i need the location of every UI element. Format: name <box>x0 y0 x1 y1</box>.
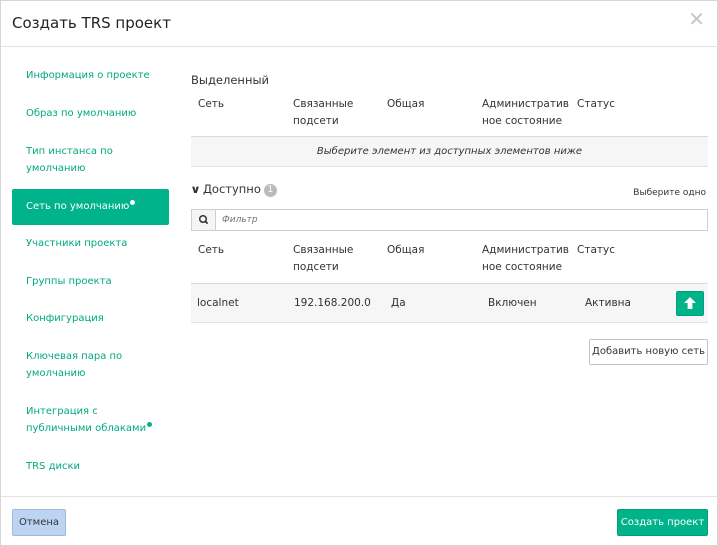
step-label: Интеграция с публичными облаками <box>26 406 147 434</box>
cell-network: localnet <box>197 297 239 309</box>
cell-status: Активна <box>585 297 631 309</box>
arrow-up-icon <box>684 297 696 309</box>
available-title: Доступно <box>202 182 261 196</box>
filter-box <box>191 209 708 231</box>
cancel-button[interactable]: Отмена <box>12 509 66 536</box>
add-network-button[interactable]: Добавить новую сеть <box>589 339 708 365</box>
step-default-network[interactable]: Сеть по умолчанию <box>12 189 169 225</box>
step-trs-disks[interactable]: TRS диски <box>12 458 169 475</box>
col-subnets: Связанные подсети <box>293 244 354 273</box>
step-label: Сеть по умолчанию <box>26 201 130 212</box>
step-project-members[interactable]: Участники проекта <box>12 235 169 252</box>
allocate-button[interactable] <box>676 291 704 316</box>
step-label: Участники проекта <box>26 238 128 249</box>
dialog-title: Создать TRS проект <box>12 14 171 32</box>
col-admin-state: Административное состояние <box>482 98 569 127</box>
col-status: Статус <box>577 98 615 110</box>
available-count-badge: 1 <box>263 184 277 197</box>
step-default-image[interactable]: Образ по умолчанию <box>12 105 169 122</box>
cell-shared: Да <box>391 297 406 309</box>
create-project-button[interactable]: Создать проект <box>617 509 708 536</box>
step-project-info[interactable]: Информация о проекте <box>12 67 169 84</box>
step-label: Информация о проекте <box>26 70 150 81</box>
step-default-flavor[interactable]: Тип инстанса по умолчанию <box>12 143 122 177</box>
step-label: TRS диски <box>26 461 81 472</box>
available-toggle[interactable]: ∨ Доступно 1 <box>190 182 277 197</box>
dialog-header: Создать TRS проект ✕ <box>1 1 717 47</box>
create-project-dialog: Создать TRS проект ✕ Информация о проект… <box>0 0 718 546</box>
cell-admin-state: Включен <box>488 297 537 309</box>
step-label: Ключевая пара по умолчанию <box>26 351 123 379</box>
col-network: Сеть <box>198 244 225 256</box>
table-row[interactable]: localnet 192.168.200.0 Да Включен Активн… <box>191 284 708 323</box>
col-shared: Общая <box>387 244 425 256</box>
search-icon[interactable] <box>192 210 216 230</box>
required-dot <box>147 422 153 427</box>
step-label: Образ по умолчанию <box>26 108 137 119</box>
step-configuration[interactable]: Конфигурация <box>12 310 169 327</box>
step-label: Конфигурация <box>26 313 104 324</box>
chevron-down-icon: ∨ <box>190 183 201 196</box>
cell-subnets: 192.168.200.0 <box>294 297 371 309</box>
step-public-cloud-integration[interactable]: Интеграция с публичными облаками <box>12 403 162 437</box>
col-status: Статус <box>577 244 615 256</box>
required-dot <box>130 200 136 205</box>
col-admin-state: Административное состояние <box>482 244 569 273</box>
select-one-hint: Выберите одно <box>633 188 706 198</box>
allocated-empty-message: Выберите элемент из доступных элементов … <box>191 137 708 167</box>
col-network: Сеть <box>198 98 225 110</box>
close-icon[interactable]: ✕ <box>688 9 705 29</box>
step-project-groups[interactable]: Группы проекта <box>12 273 169 290</box>
col-subnets: Связанные подсети <box>293 98 354 127</box>
step-default-keypair[interactable]: Ключевая пара по умолчанию <box>12 348 127 382</box>
step-label: Тип инстанса по умолчанию <box>26 146 113 174</box>
step-label: Группы проекта <box>26 276 112 287</box>
allocated-title: Выделенный <box>191 73 270 87</box>
filter-input[interactable] <box>222 210 692 230</box>
col-shared: Общая <box>387 98 425 110</box>
dialog-footer: Отмена Создать проект <box>1 496 717 546</box>
